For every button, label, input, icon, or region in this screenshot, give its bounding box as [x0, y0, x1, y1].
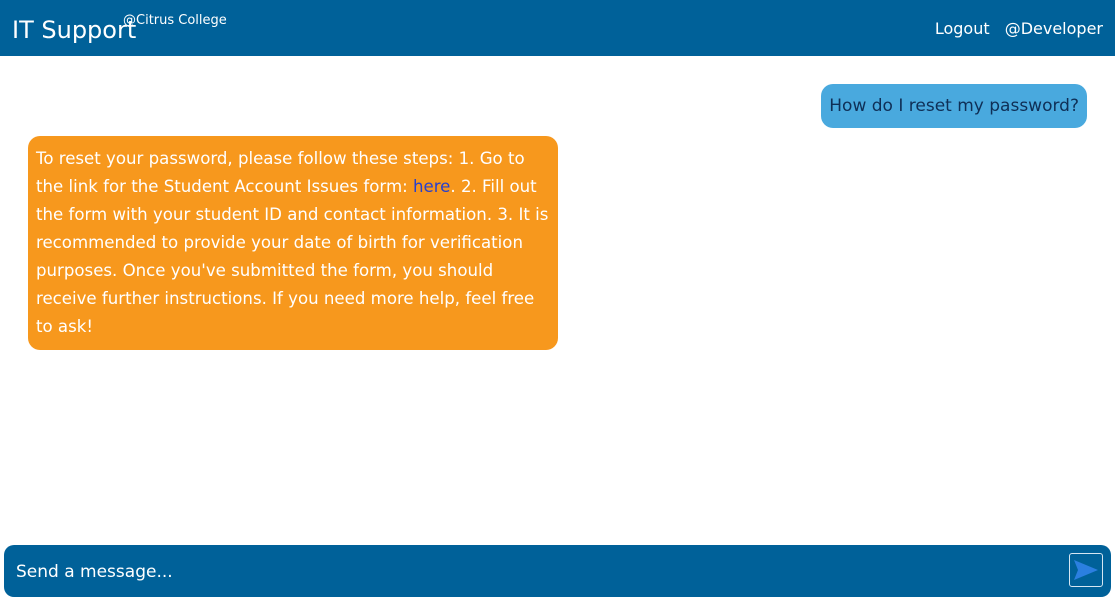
top-bar: IT Support @Citrus College Logout @Devel…	[0, 0, 1115, 56]
app-subtitle: @Citrus College	[123, 13, 227, 28]
app-title: IT Support	[12, 16, 137, 44]
assistant-message-bubble: To reset your password, please follow th…	[28, 136, 558, 350]
user-message-bubble: How do I reset my password?	[821, 84, 1087, 128]
message-composer	[4, 545, 1111, 597]
chat-app: IT Support @Citrus College Logout @Devel…	[0, 0, 1115, 605]
student-account-form-link[interactable]: here	[413, 177, 450, 196]
top-nav: Logout @Developer	[925, 18, 1103, 40]
logout-link[interactable]: Logout	[935, 19, 990, 38]
user-profile-link[interactable]: @Developer	[1005, 19, 1103, 38]
send-arrow-icon	[1074, 560, 1098, 580]
message-input[interactable]	[14, 555, 1058, 589]
send-button[interactable]	[1069, 553, 1103, 587]
assistant-message-text-end: . 2. Fill out the form with your student…	[36, 177, 549, 336]
